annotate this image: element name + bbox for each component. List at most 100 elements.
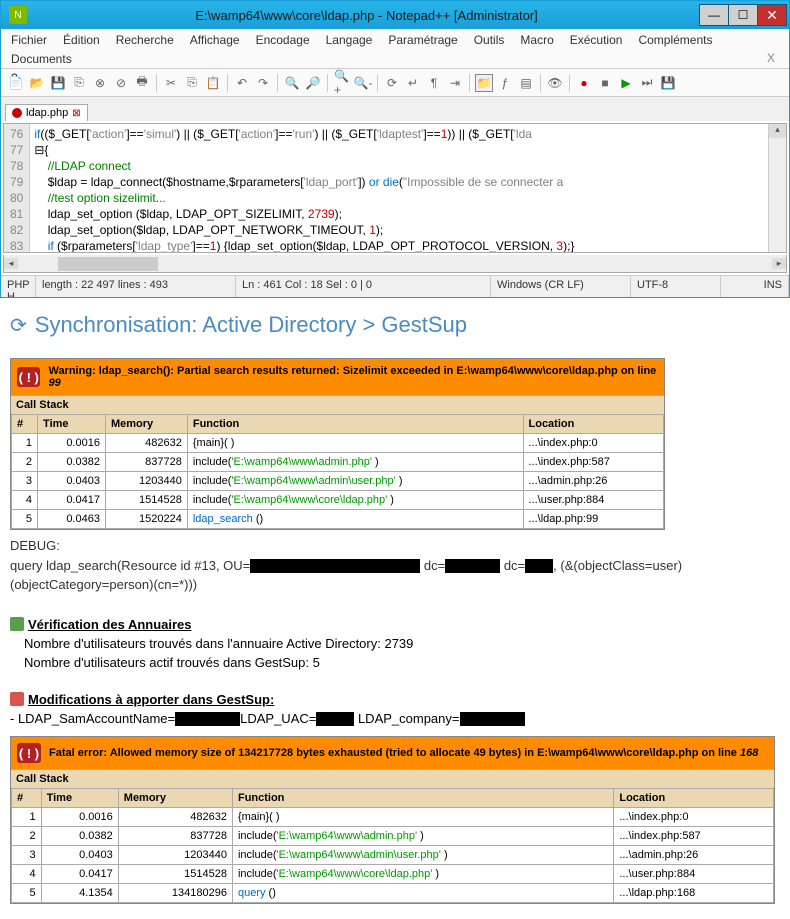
tab-label: ldap.php — [26, 107, 68, 119]
table-row: 30.04031203440include('E:\wamp64\www\adm… — [12, 472, 664, 491]
save-macro-icon[interactable]: 💾 — [659, 74, 677, 92]
undo-icon[interactable]: ↶ — [233, 74, 251, 92]
print-icon[interactable]: 🖶 — [133, 74, 151, 92]
sync-icon[interactable]: ⟳ — [383, 74, 401, 92]
monitor-icon[interactable]: 👁 — [546, 74, 564, 92]
status-length: length : 22 497 lines : 493 — [36, 276, 236, 297]
toolbar: 📄 📂 💾 ⎘ ⊗ ⊘ 🖶 ✂ ⎘ 📋 ↶ ↷ 🔍 🔎 🔍+ 🔍- ⟳ ↵ ¶ … — [1, 69, 789, 97]
close-tab-icon[interactable]: ⊠ — [72, 108, 80, 119]
verification-section: Vérification des Annuaires Nombre d'util… — [10, 617, 780, 670]
tabbar: ldap.php ⊠ — [1, 97, 789, 121]
table-row: 20.0382837728include('E:\wamp64\www\admi… — [12, 453, 664, 472]
zoom-in-icon[interactable]: 🔍+ — [333, 74, 351, 92]
warning-box: ( ! ) Warning: ldap_search(): Partial se… — [10, 358, 665, 530]
sync-page: ⟳ Synchronisation: Active Directory > Ge… — [0, 298, 790, 918]
table-row: 40.04171514528include('E:\wamp64\www\cor… — [12, 491, 664, 510]
stop-icon[interactable]: ■ — [596, 74, 614, 92]
saveall-icon[interactable]: ⎘ — [70, 74, 88, 92]
statusbar: PHP H length : 22 497 lines : 493 Ln : 4… — [1, 275, 789, 297]
play-icon[interactable]: ▶ — [617, 74, 635, 92]
minimize-button[interactable]: — — [699, 4, 729, 26]
menu-documents[interactable]: Documents — [9, 51, 74, 67]
maximize-button[interactable]: ☐ — [728, 4, 758, 26]
file-tab-ldap[interactable]: ldap.php ⊠ — [5, 104, 88, 121]
status-eol: Windows (CR LF) — [491, 276, 631, 297]
record-icon[interactable]: ● — [575, 74, 593, 92]
app-icon: N — [9, 6, 27, 24]
fatal-header: ( ! ) Fatal error: Allowed memory size o… — [11, 737, 774, 769]
window-title: E:\wamp64\www\core\ldap.php - Notepad++ … — [33, 8, 700, 23]
play-multi-icon[interactable]: ⏭ — [638, 74, 656, 92]
sep — [327, 74, 328, 92]
fatal-box: ( ! ) Fatal error: Allowed memory size o… — [10, 736, 775, 904]
v-scrollbar[interactable]: ▴ — [768, 124, 786, 252]
table-header-row: #TimeMemoryFunctionLocation — [12, 415, 664, 434]
chars-icon[interactable]: ¶ — [425, 74, 443, 92]
close-button[interactable]: ✕ — [757, 4, 787, 26]
menu-close-x[interactable]: X — [761, 51, 781, 67]
debug-label: DEBUG: — [10, 536, 780, 556]
closeall-icon[interactable]: ⊘ — [112, 74, 130, 92]
zoom-out-icon[interactable]: 🔍- — [354, 74, 372, 92]
code-content[interactable]: if(($_GET['action']=='simul') || ($_GET[… — [30, 124, 768, 252]
open-icon[interactable]: 📂 — [28, 74, 46, 92]
sep — [569, 74, 570, 92]
callstack-table: #TimeMemoryFunctionLocation 10.001648263… — [11, 788, 774, 903]
menubar: Fichier Édition Recherche Affichage Enco… — [1, 29, 789, 69]
menu-langage[interactable]: Langage — [324, 32, 375, 48]
wrap-icon[interactable]: ↵ — [404, 74, 422, 92]
menu-recherche[interactable]: Recherche — [114, 32, 176, 48]
table-row: 50.04631520224ldap_search ()...\ldap.php… — [12, 510, 664, 529]
sep — [156, 74, 157, 92]
warning-icon: ( ! ) — [17, 367, 40, 387]
table-row: 20.0382837728include('E:\wamp64\www\admi… — [12, 827, 774, 846]
map-icon[interactable]: ▤ — [517, 74, 535, 92]
callstack-table: #TimeMemoryFunctionLocation 10.001648263… — [11, 414, 664, 529]
menu-parametrage[interactable]: Paramétrage — [386, 32, 459, 48]
h-scrollbar[interactable]: ◂▸ — [3, 255, 787, 273]
menu-complements[interactable]: Compléments — [636, 32, 714, 48]
status-lang: PHP H — [1, 276, 36, 297]
paste-icon[interactable]: 📋 — [204, 74, 222, 92]
new-icon[interactable]: 📄 — [7, 74, 25, 92]
status-enc: UTF-8 — [631, 276, 721, 297]
modifications-section: Modifications à apporter dans GestSup: -… — [10, 692, 780, 727]
menu-affichage[interactable]: Affichage — [188, 32, 242, 48]
warning-header: ( ! ) Warning: ldap_search(): Partial se… — [11, 359, 664, 395]
notepad-window: N E:\wamp64\www\core\ldap.php - Notepad+… — [0, 0, 790, 298]
table-row: 40.04171514528include('E:\wamp64\www\cor… — [12, 865, 774, 884]
menu-execution[interactable]: Exécution — [568, 32, 625, 48]
save-icon[interactable]: 💾 — [49, 74, 67, 92]
table-header-row: #TimeMemoryFunctionLocation — [12, 789, 774, 808]
redacted — [250, 559, 420, 573]
debug-output: DEBUG: query ldap_search(Resource id #13… — [10, 536, 780, 595]
menu-fichier[interactable]: Fichier — [9, 32, 49, 48]
indent-icon[interactable]: ⇥ — [446, 74, 464, 92]
menu-encodage[interactable]: Encodage — [254, 32, 312, 48]
redacted — [316, 712, 354, 726]
menu-edition[interactable]: Édition — [61, 32, 102, 48]
sep — [377, 74, 378, 92]
table-row: 54.1354134180296query ()...\ldap.php:168 — [12, 884, 774, 903]
redo-icon[interactable]: ↷ — [254, 74, 272, 92]
fatal-icon: ( ! ) — [17, 743, 41, 763]
callstack-label: Call Stack — [11, 769, 774, 788]
table-row: 10.0016482632{main}( )...\index.php:0 — [12, 434, 664, 453]
titlebar[interactable]: N E:\wamp64\www\core\ldap.php - Notepad+… — [1, 1, 789, 29]
copy-icon[interactable]: ⎘ — [183, 74, 201, 92]
status-ins: INS — [721, 276, 789, 297]
close-tab-icon[interactable]: ⊗ — [91, 74, 109, 92]
redacted — [445, 559, 500, 573]
cut-icon[interactable]: ✂ — [162, 74, 180, 92]
folder-icon[interactable]: 📁 — [475, 74, 493, 92]
menu-outils[interactable]: Outils — [472, 32, 507, 48]
redacted — [460, 712, 525, 726]
sep — [540, 74, 541, 92]
replace-icon[interactable]: 🔎 — [304, 74, 322, 92]
menu-macro[interactable]: Macro — [518, 32, 555, 48]
edit-icon — [10, 692, 24, 706]
sep — [227, 74, 228, 92]
find-icon[interactable]: 🔍 — [283, 74, 301, 92]
code-editor[interactable]: 7677787980818283 if(($_GET['action']=='s… — [3, 123, 787, 253]
func-icon[interactable]: ƒ — [496, 74, 514, 92]
